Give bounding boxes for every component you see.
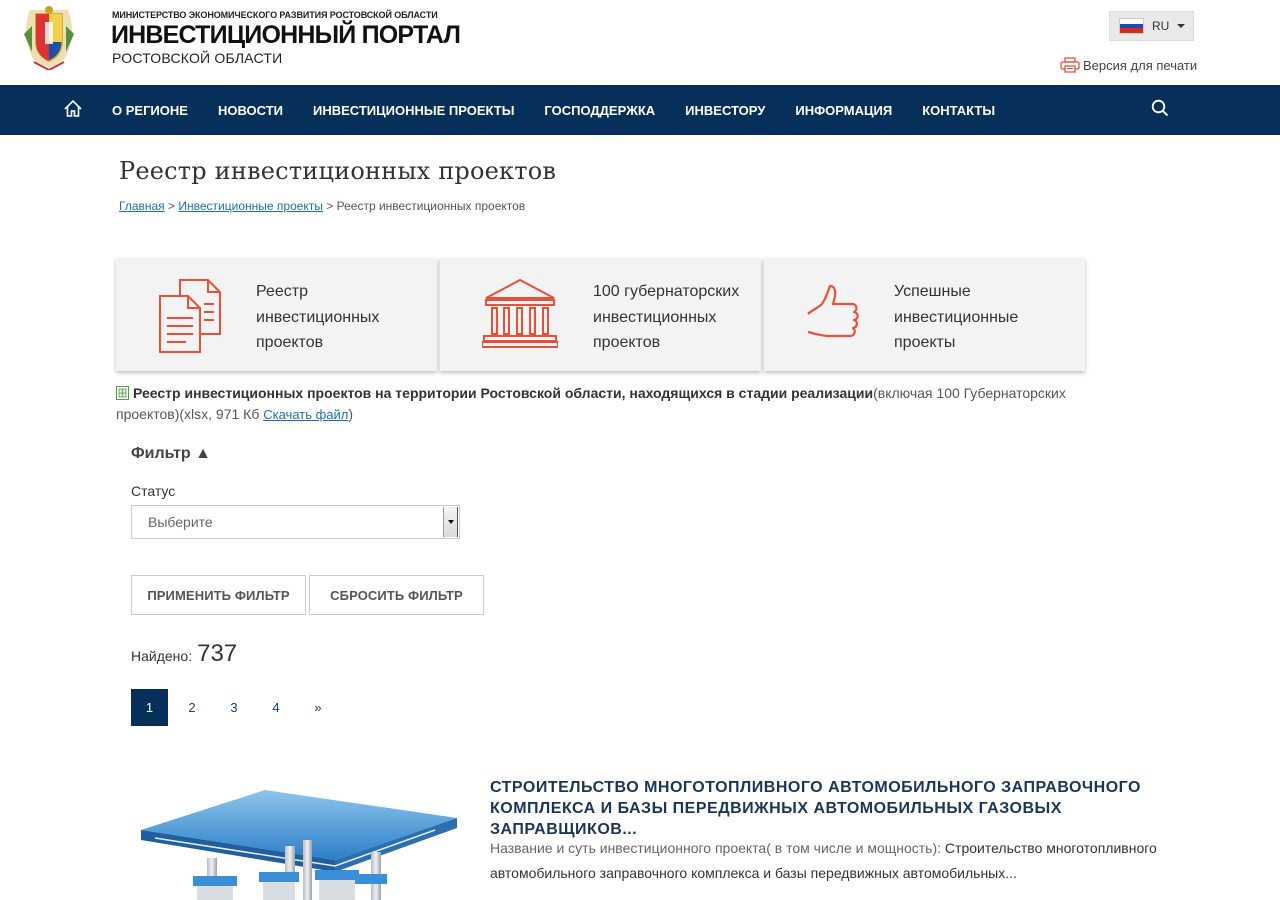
print-label: Версия для печати — [1083, 57, 1198, 73]
registry-file-download: Реестр инвестиционных проектов на террит… — [116, 383, 1076, 425]
page-title: Реестр инвестиционных проектов — [119, 157, 557, 185]
project-title-link[interactable]: СТРОИТЕЛЬСТВО МНОГОТОПЛИВНОГО АВТОМОБИЛЬ… — [490, 777, 1190, 840]
breadcrumb-current: Реестр инвестиционных проектов — [336, 199, 526, 213]
status-label: Статус — [131, 483, 176, 499]
download-file-link[interactable]: Скачать файл — [263, 407, 348, 422]
thumbs-up-icon — [807, 284, 859, 338]
ministry-name: МИНИСТЕРСТВО ЭКОНОМИЧЕСКОГО РАЗВИТИЯ РОС… — [112, 10, 438, 20]
nav-item-state-support[interactable]: ГОСПОДДЕРЖКА — [544, 103, 655, 118]
page-3[interactable]: 3 — [213, 689, 255, 726]
russia-flag-icon — [1119, 18, 1144, 34]
nav-item-investor[interactable]: ИНВЕСТОРУ — [685, 103, 765, 118]
nav-item-region[interactable]: О РЕГИОНЕ — [112, 103, 188, 118]
project-desc-label: Название и суть инвестиционного проекта(… — [490, 840, 942, 856]
print-version-link[interactable]: Версия для печати — [1060, 57, 1197, 73]
nav-item-investment-projects[interactable]: ИНВЕСТИЦИОННЫЕ ПРОЕКТЫ — [313, 103, 514, 118]
filter-toggle[interactable]: Фильтр ▲ — [131, 445, 211, 463]
card-registry[interactable]: Реестр инвестиционных проектов — [116, 258, 437, 371]
card-governor-projects[interactable]: 100 губернаторских инвестиционных проект… — [440, 258, 761, 371]
nav-item-contacts[interactable]: КОНТАКТЫ — [922, 103, 995, 118]
breadcrumb-home-link[interactable]: Главная — [119, 199, 165, 213]
reset-filter-button[interactable]: СБРОСИТЬ ФИЛЬТР — [309, 575, 484, 615]
home-icon[interactable] — [63, 99, 83, 119]
documents-icon — [159, 279, 221, 353]
language-selector[interactable]: RU — [1109, 11, 1194, 41]
project-description: Название и суть инвестиционного проекта(… — [490, 836, 1190, 886]
card-label: Реестр инвестиционных проектов — [256, 283, 380, 351]
breadcrumb-separator: > — [168, 199, 176, 213]
status-select-value: Выберите — [148, 514, 213, 530]
breadcrumb: Главная > Инвестиционные проекты > Реест… — [119, 199, 525, 213]
site-header: МИНИСТЕРСТВО ЭКОНОМИЧЕСКОГО РАЗВИТИЯ РОС… — [0, 0, 1280, 85]
found-count: 737 — [197, 640, 238, 667]
page-next[interactable]: » — [297, 689, 339, 726]
search-icon[interactable] — [1151, 99, 1169, 117]
card-label: Успешные инвестиционные проекты — [894, 283, 1019, 351]
portal-title[interactable]: ИНВЕСТИЦИОННЫЙ ПОРТАЛ — [111, 21, 461, 50]
card-successful-projects[interactable]: Успешные инвестиционные проекты — [764, 258, 1085, 371]
page-2[interactable]: 2 — [171, 689, 213, 726]
nav-item-information[interactable]: ИНФОРМАЦИЯ — [795, 103, 892, 118]
nav-menu: О РЕГИОНЕ НОВОСТИ ИНВЕСТИЦИОННЫЕ ПРОЕКТЫ… — [112, 85, 1025, 135]
language-label: RU — [1152, 19, 1170, 33]
status-select[interactable]: Выберите — [131, 505, 460, 539]
government-building-icon — [482, 278, 558, 348]
caret-down-icon — [1177, 24, 1186, 28]
file-info-close: ) — [348, 405, 354, 422]
project-image-gas-station[interactable] — [135, 780, 465, 900]
card-label: 100 губернаторских инвестиционных проект… — [593, 283, 740, 351]
select-arrow-icon — [443, 507, 458, 537]
page-1[interactable]: 1 — [131, 689, 168, 726]
apply-filter-button[interactable]: ПРИМЕНИТЬ ФИЛЬТР — [131, 575, 306, 615]
found-label: Найдено: — [131, 648, 193, 664]
page-4[interactable]: 4 — [255, 689, 297, 726]
nav-item-news[interactable]: НОВОСТИ — [218, 103, 283, 118]
coat-of-arms-logo[interactable] — [20, 4, 78, 70]
printer-icon — [1060, 57, 1080, 73]
results-count: Найдено: 737 — [131, 640, 237, 668]
file-title: Реестр инвестиционных проектов на террит… — [133, 385, 874, 401]
breadcrumb-separator: > — [326, 199, 334, 213]
main-navigation: О РЕГИОНЕ НОВОСТИ ИНВЕСТИЦИОННЫЕ ПРОЕКТЫ… — [0, 85, 1280, 135]
pagination: 1 2 3 4 » — [131, 689, 339, 726]
category-cards: Реестр инвестиционных проектов 100 губер… — [116, 258, 1085, 371]
excel-file-icon — [116, 386, 129, 400]
breadcrumb-section-link[interactable]: Инвестиционные проекты — [178, 199, 323, 213]
portal-subtitle: РОСТОВСКОЙ ОБЛАСТИ — [112, 50, 283, 66]
